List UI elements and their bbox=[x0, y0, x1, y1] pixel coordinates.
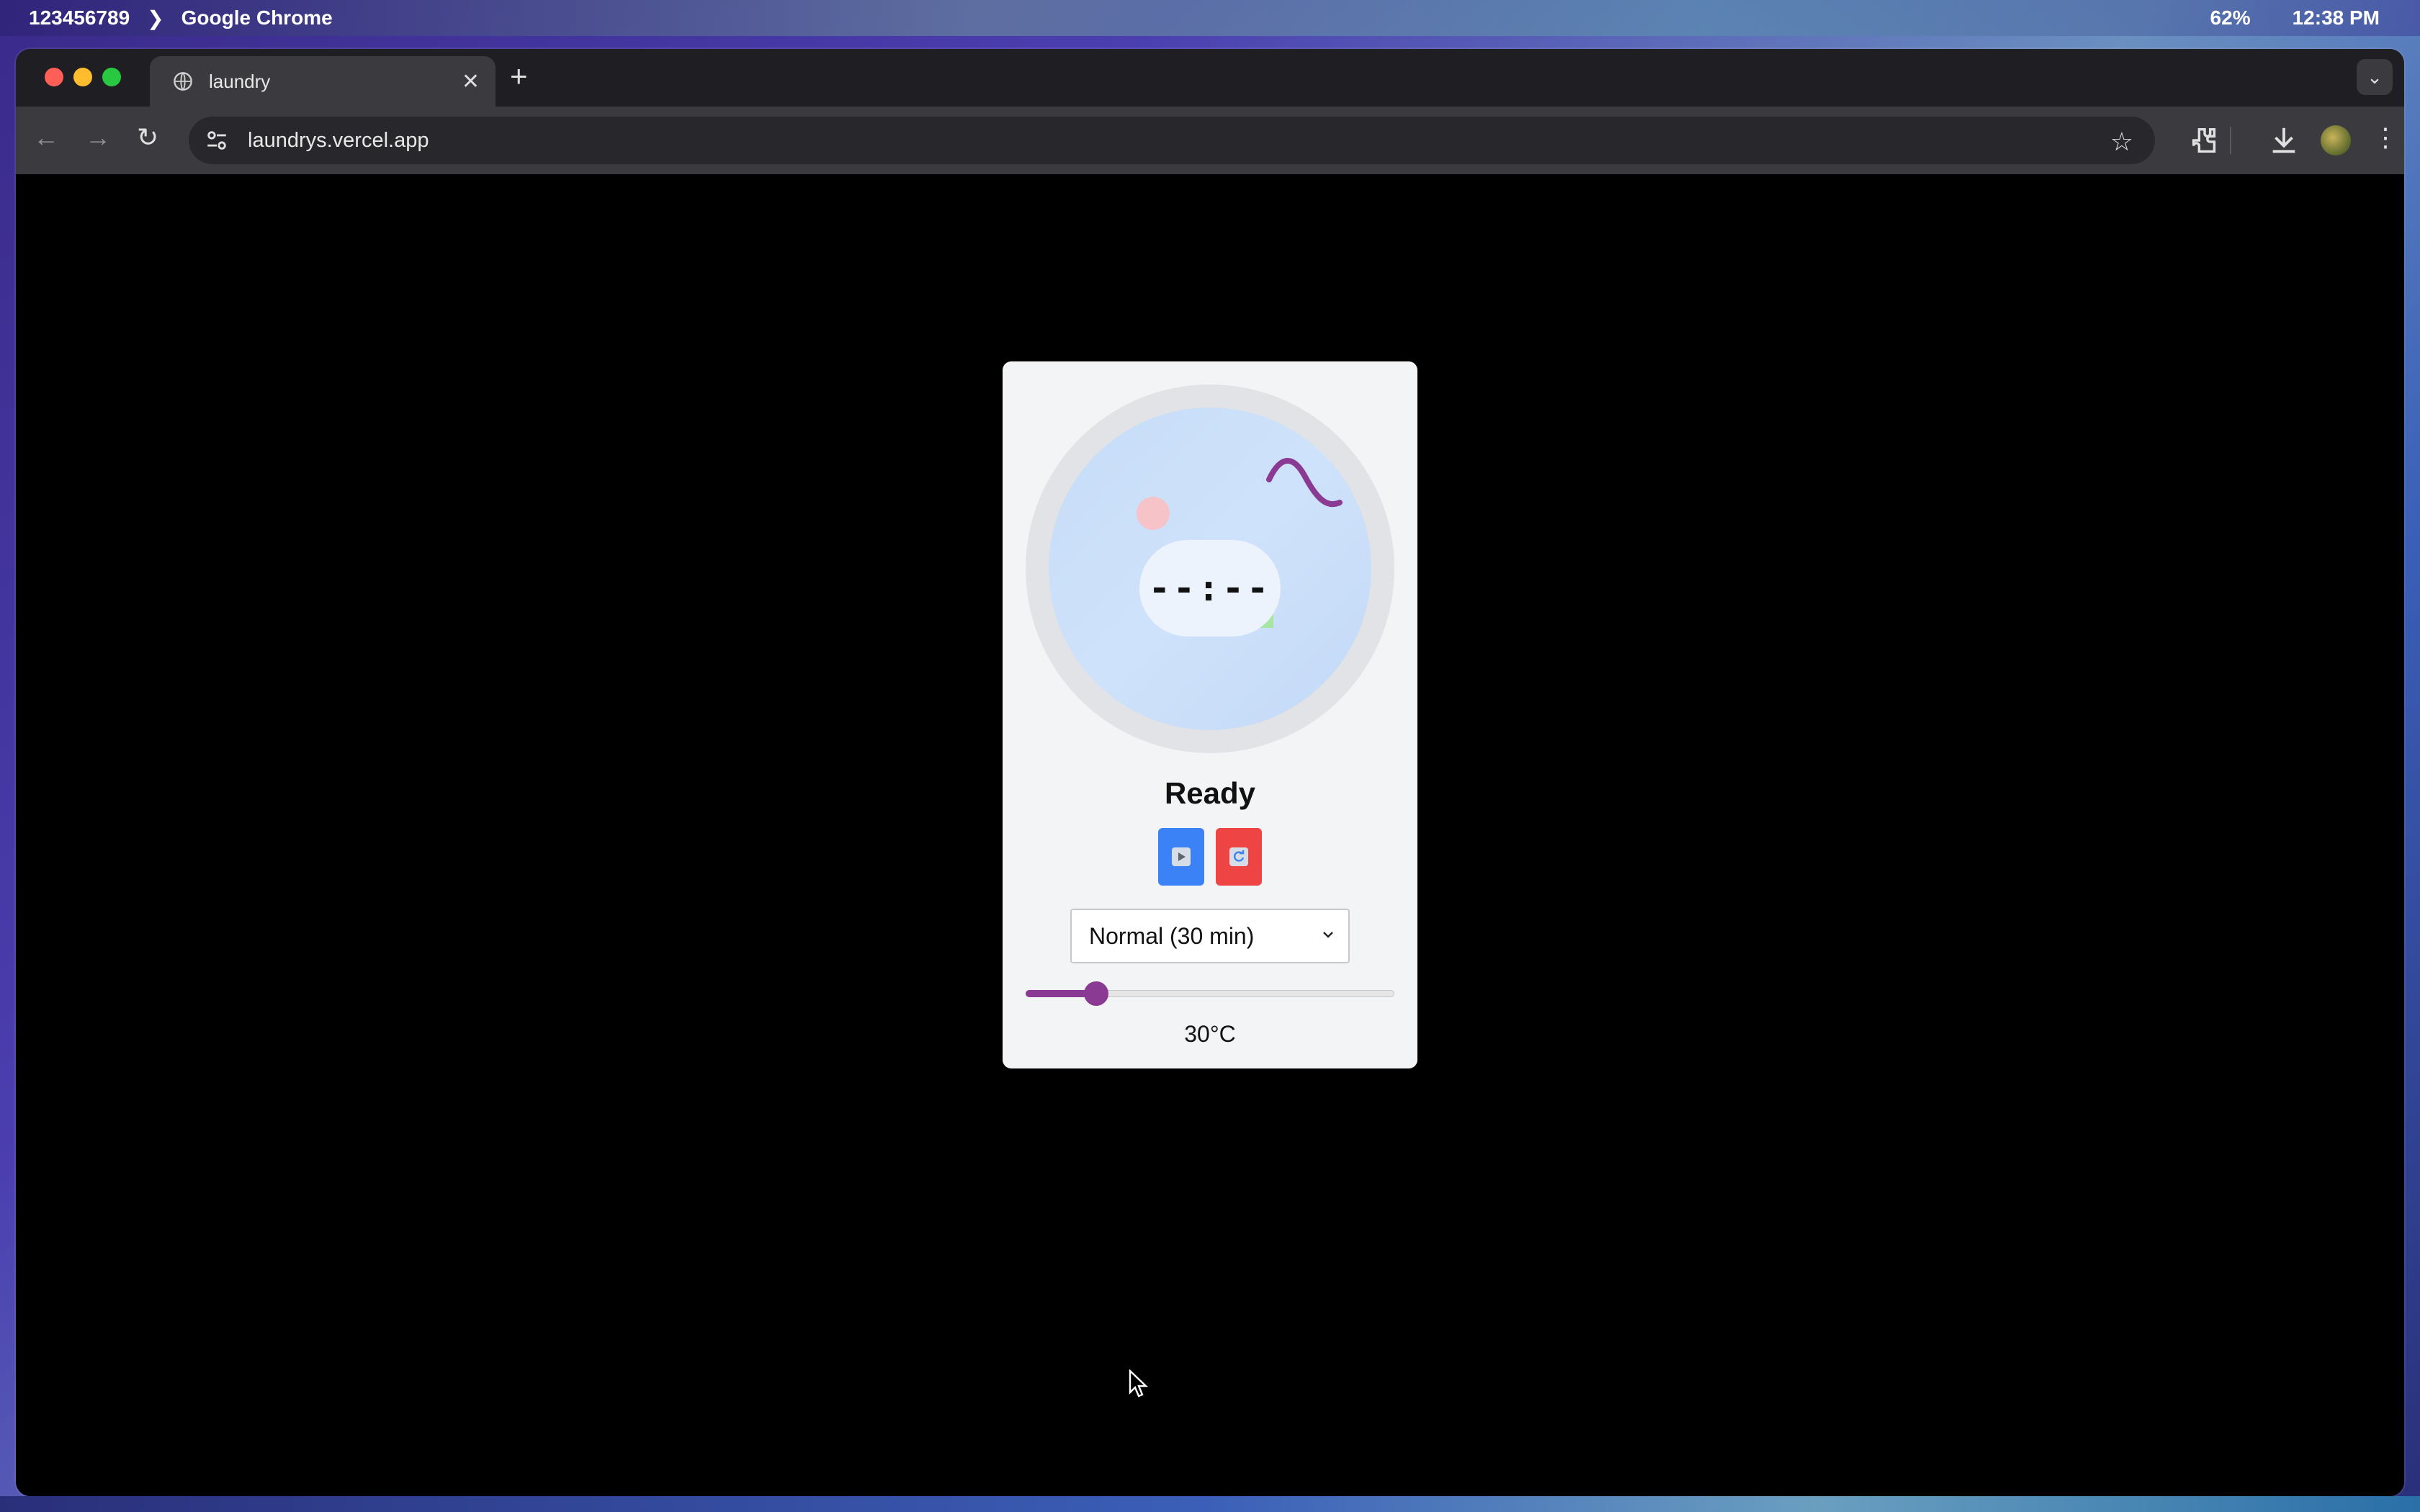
reload-icon[interactable]: ↻ bbox=[137, 122, 158, 153]
extensions-icon[interactable] bbox=[2188, 124, 2221, 157]
browser-toolbar: ← → ↻ laundrys.vercel.app ☆ ⋮ bbox=[16, 107, 2404, 174]
start-button[interactable] bbox=[1158, 828, 1204, 886]
tab-laundry[interactable]: laundry ✕ bbox=[150, 56, 496, 107]
tab-title: laundry bbox=[209, 70, 271, 92]
more-menu-icon[interactable]: ⋮ bbox=[2372, 122, 2398, 153]
drum-frame: --:-- bbox=[1026, 384, 1394, 753]
battery-status[interactable]: 62% bbox=[2210, 6, 2251, 30]
site-info-icon[interactable] bbox=[205, 128, 229, 153]
tab-bar: laundry ✕ + ⌄ bbox=[16, 49, 2404, 107]
drum-window: --:-- bbox=[1049, 408, 1371, 730]
status-label: Ready bbox=[1164, 776, 1256, 810]
cycle-select[interactable]: Normal (30 min) bbox=[1070, 909, 1350, 963]
download-icon[interactable] bbox=[2267, 124, 2300, 157]
new-tab-icon[interactable]: + bbox=[510, 59, 528, 94]
chevron-down-icon bbox=[1323, 932, 1333, 938]
toolbar-divider bbox=[2230, 127, 2231, 154]
mouse-cursor-icon bbox=[1129, 1369, 1148, 1398]
globe-icon bbox=[174, 72, 192, 91]
cycle-selected-value: Normal (30 min) bbox=[1089, 922, 1255, 949]
bookmark-star-icon[interactable]: ☆ bbox=[2110, 127, 2133, 157]
pink-bubble-decoration bbox=[1137, 497, 1170, 530]
timer-display: --:-- bbox=[1139, 540, 1281, 636]
close-tab-icon[interactable]: ✕ bbox=[462, 69, 480, 94]
back-icon[interactable]: ← bbox=[33, 122, 59, 153]
maximize-window-button[interactable] bbox=[102, 68, 121, 86]
menu-bar: 123456789 ❯ Google Chrome 62% 12:38 PM bbox=[0, 0, 2420, 36]
url-text: laundrys.vercel.app bbox=[248, 128, 429, 152]
close-window-button[interactable] bbox=[45, 68, 63, 86]
page-content: --:-- Ready Normal (30 min) 30°C bbox=[16, 174, 2404, 1496]
address-bar[interactable]: laundrys.vercel.app ☆ bbox=[189, 117, 2155, 164]
clock[interactable]: 12:38 PM bbox=[2293, 6, 2380, 30]
reset-button[interactable] bbox=[1216, 828, 1262, 886]
play-icon bbox=[1172, 847, 1191, 866]
chevron-right-icon: ❯ bbox=[147, 6, 164, 30]
tab-search-icon[interactable]: ⌄ bbox=[2357, 59, 2393, 95]
wave-decoration bbox=[1266, 458, 1343, 508]
profile-avatar[interactable] bbox=[2321, 125, 2351, 156]
desktop-background bbox=[0, 1496, 2420, 1512]
temperature-slider[interactable] bbox=[1026, 981, 1394, 1007]
browser-window: laundry ✕ + ⌄ ← → ↻ laundrys.vercel.app … bbox=[16, 49, 2404, 1496]
active-app-name[interactable]: Google Chrome bbox=[182, 6, 333, 30]
workspace-indicator[interactable]: 123456789 bbox=[29, 6, 130, 30]
forward-icon[interactable]: → bbox=[85, 122, 111, 153]
refresh-icon bbox=[1229, 847, 1248, 866]
temperature-label: 30°C bbox=[1184, 1021, 1236, 1047]
minimize-window-button[interactable] bbox=[73, 68, 92, 86]
slider-thumb[interactable] bbox=[1084, 981, 1109, 1006]
washing-machine-card: --:-- Ready Normal (30 min) 30°C bbox=[1003, 361, 1417, 1068]
